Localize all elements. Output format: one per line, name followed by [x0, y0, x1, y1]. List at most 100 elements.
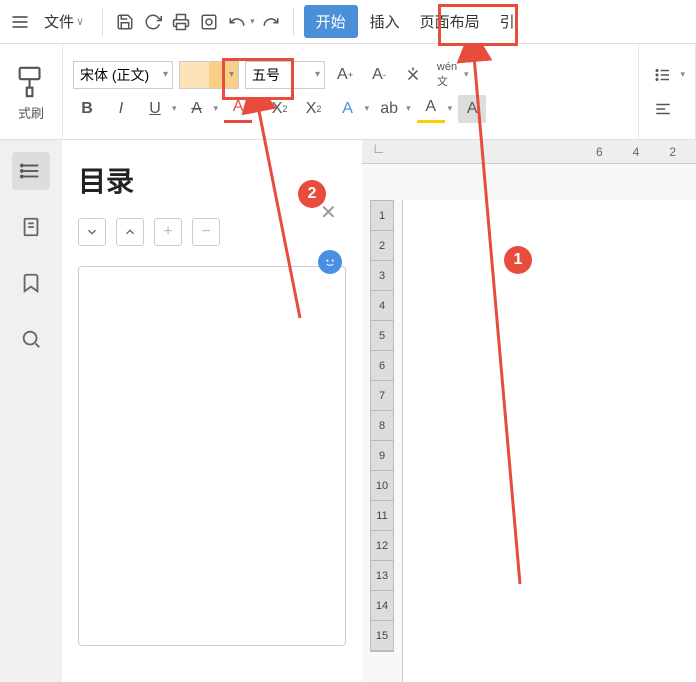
char-shading-icon[interactable]: A	[458, 95, 486, 123]
text-effect-icon[interactable]: A	[334, 95, 362, 123]
format-painter-icon[interactable]	[10, 61, 52, 103]
tab-insert-label: 插入	[370, 11, 400, 32]
font-section: 宋体 (正文) ▾ ▾ 五号 ▾ A+ A- wén文 ▾ B I U ▾ A	[63, 44, 639, 139]
toolbar: 式刷 宋体 (正文) ▾ ▾ 五号 ▾ A+ A- wén文 ▾ B	[0, 44, 696, 140]
chevron-down-icon: ∨	[76, 15, 84, 28]
add-icon[interactable]: +	[154, 218, 182, 246]
file-menu[interactable]: 文件 ∨	[36, 7, 92, 36]
bold-button[interactable]: B	[73, 95, 101, 123]
ruler-v-tick: 4	[371, 291, 393, 321]
remove-icon[interactable]: −	[192, 218, 220, 246]
font-size-value: 五号	[252, 65, 280, 85]
font-name-value: 宋体 (正文)	[80, 65, 149, 85]
redo-icon[interactable]	[259, 10, 283, 34]
ruler-v-tick: 3	[371, 261, 393, 291]
font-name-select[interactable]: 宋体 (正文) ▾	[73, 61, 173, 89]
bullet-list-icon[interactable]	[649, 61, 677, 89]
tab-quote[interactable]: 引	[492, 7, 523, 36]
ruler-v-tick: 11	[371, 501, 393, 531]
document-area: ∟ 6 4 2 1 2 3 4 5 6 7 8 9 10 11 12 13 14…	[362, 140, 696, 682]
save-icon[interactable]	[113, 10, 137, 34]
ruler-h-tick: 2	[669, 145, 676, 159]
align-icon[interactable]	[649, 95, 677, 123]
collapse-icon[interactable]	[116, 218, 144, 246]
chevron-down-icon[interactable]: ▾	[680, 69, 685, 80]
ruler-v-tick: 1	[371, 201, 393, 231]
sidebar-search-icon[interactable]	[12, 320, 50, 358]
corner-mark-icon: ∟	[372, 140, 386, 156]
list-section: ▾	[639, 44, 696, 139]
ruler-v-tick: 13	[371, 561, 393, 591]
font-color-button[interactable]: A	[224, 95, 252, 123]
chevron-down-icon[interactable]: ▾	[365, 103, 370, 114]
divider	[102, 8, 103, 36]
chevron-down-icon: ▾	[229, 69, 234, 80]
tab-start-label: 开始	[316, 11, 346, 32]
tab-insert[interactable]: 插入	[362, 7, 408, 36]
sidebar	[0, 140, 62, 682]
ruler-v-tick: 5	[371, 321, 393, 351]
font-row-2: B I U ▾ A ▾ A ▾ X2 X2 A ▾ ab ▾ A ▾ A	[73, 95, 628, 123]
chevron-down-icon: ▾	[163, 69, 168, 80]
ruler-v-tick: 10	[371, 471, 393, 501]
tab-layout[interactable]: 页面布局	[412, 7, 488, 36]
superscript-icon[interactable]: X2	[266, 95, 294, 123]
toc-content-box	[78, 266, 346, 646]
close-icon[interactable]: ✕	[320, 200, 337, 225]
subscript-icon[interactable]: X2	[300, 95, 328, 123]
ruler-v-tick: 15	[371, 621, 393, 651]
file-menu-label: 文件	[44, 11, 74, 32]
underline-button[interactable]: U	[141, 95, 169, 123]
panel-title: 目录	[78, 160, 346, 200]
ruler-v-tick: 2	[371, 231, 393, 261]
menubar: 文件 ∨ ▾ 开始 插入 页面布局 引	[0, 0, 696, 44]
text-fill-icon[interactable]: A	[417, 95, 445, 123]
ruler-v-tick: 14	[371, 591, 393, 621]
ruler-vertical: 1 2 3 4 5 6 7 8 9 10 11 12 13 14 15	[370, 200, 394, 652]
emoji-icon[interactable]	[318, 250, 342, 274]
chevron-down-icon[interactable]: ▾	[448, 103, 453, 114]
chevron-down-icon[interactable]: ▾	[464, 69, 469, 80]
expand-icon[interactable]	[78, 218, 106, 246]
chevron-down-icon[interactable]: ▾	[214, 103, 219, 114]
highlight-icon[interactable]: ab	[375, 95, 403, 123]
ruler-v-tick: 12	[371, 531, 393, 561]
chevron-down-icon[interactable]: ▾	[255, 103, 260, 114]
decrease-font-icon[interactable]: A-	[365, 61, 393, 89]
font-size-select[interactable]: 五号 ▾	[245, 61, 325, 89]
clear-format-icon[interactable]	[399, 61, 427, 89]
tab-quote-label: 引	[500, 11, 515, 32]
ruler-h-tick: 4	[633, 145, 640, 159]
format-painter-label: 式刷	[10, 103, 52, 122]
refresh-icon[interactable]	[141, 10, 165, 34]
sidebar-page-icon[interactable]	[12, 208, 50, 246]
strikethrough-icon[interactable]: A	[183, 95, 211, 123]
increase-font-icon[interactable]: A+	[331, 61, 359, 89]
italic-button[interactable]: I	[107, 95, 135, 123]
font-row-1: 宋体 (正文) ▾ ▾ 五号 ▾ A+ A- wén文 ▾	[73, 61, 628, 89]
ruler-v-tick: 6	[371, 351, 393, 381]
chevron-down-icon[interactable]: ▾	[250, 16, 255, 27]
divider	[293, 8, 294, 36]
undo-icon[interactable]	[225, 10, 249, 34]
main-area: 目录 + − ✕ ∟ 6 4 2 1 2 3 4 5	[0, 140, 696, 682]
print-icon[interactable]	[169, 10, 193, 34]
chevron-down-icon: ▾	[315, 69, 320, 80]
ruler-horizontal: ∟ 6 4 2	[362, 140, 696, 164]
phonetic-icon[interactable]: wén文	[433, 61, 461, 89]
chevron-down-icon[interactable]: ▾	[406, 103, 411, 114]
sidebar-toc-icon[interactable]	[12, 152, 50, 190]
format-painter-section: 式刷	[0, 44, 63, 139]
ruler-v-tick: 9	[371, 441, 393, 471]
hamburger-icon[interactable]	[8, 10, 32, 34]
sidebar-bookmark-icon[interactable]	[12, 264, 50, 302]
toc-panel: 目录 + −	[62, 140, 362, 682]
font-color-picker[interactable]: ▾	[179, 61, 239, 89]
ruler-v-tick: 7	[371, 381, 393, 411]
ruler-h-tick: 6	[596, 145, 603, 159]
preview-icon[interactable]	[197, 10, 221, 34]
panel-tools: + −	[78, 218, 346, 246]
chevron-down-icon[interactable]: ▾	[172, 103, 177, 114]
document-page[interactable]	[402, 200, 696, 682]
tab-start[interactable]: 开始	[304, 5, 358, 38]
